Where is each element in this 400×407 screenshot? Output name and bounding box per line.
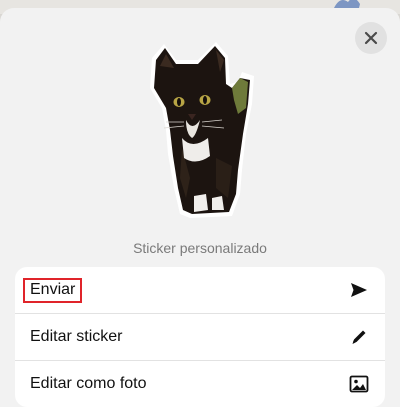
send-button[interactable]: Enviar — [15, 267, 385, 313]
sticker-caption: Sticker personalizado — [133, 240, 267, 256]
pencil-icon — [349, 327, 369, 347]
edit-as-photo-button[interactable]: Editar como foto — [15, 360, 385, 407]
sticker-actions-menu: Enviar Editar sticker Editar como foto — [15, 267, 385, 407]
sticker-sheet: Sticker personalizado Enviar Editar stic… — [0, 8, 400, 407]
edit-sticker-button[interactable]: Editar sticker — [15, 313, 385, 360]
custom-sticker-preview[interactable] — [146, 38, 256, 224]
cat-sticker-image — [150, 42, 254, 218]
send-label: Enviar — [30, 281, 76, 298]
edit-sticker-label: Editar sticker — [30, 328, 123, 345]
close-icon — [364, 31, 378, 45]
send-label-wrapper: Enviar — [23, 278, 83, 303]
image-icon — [349, 374, 369, 394]
edit-as-photo-label: Editar como foto — [30, 375, 147, 392]
close-button[interactable] — [355, 22, 387, 54]
send-icon — [349, 280, 369, 300]
